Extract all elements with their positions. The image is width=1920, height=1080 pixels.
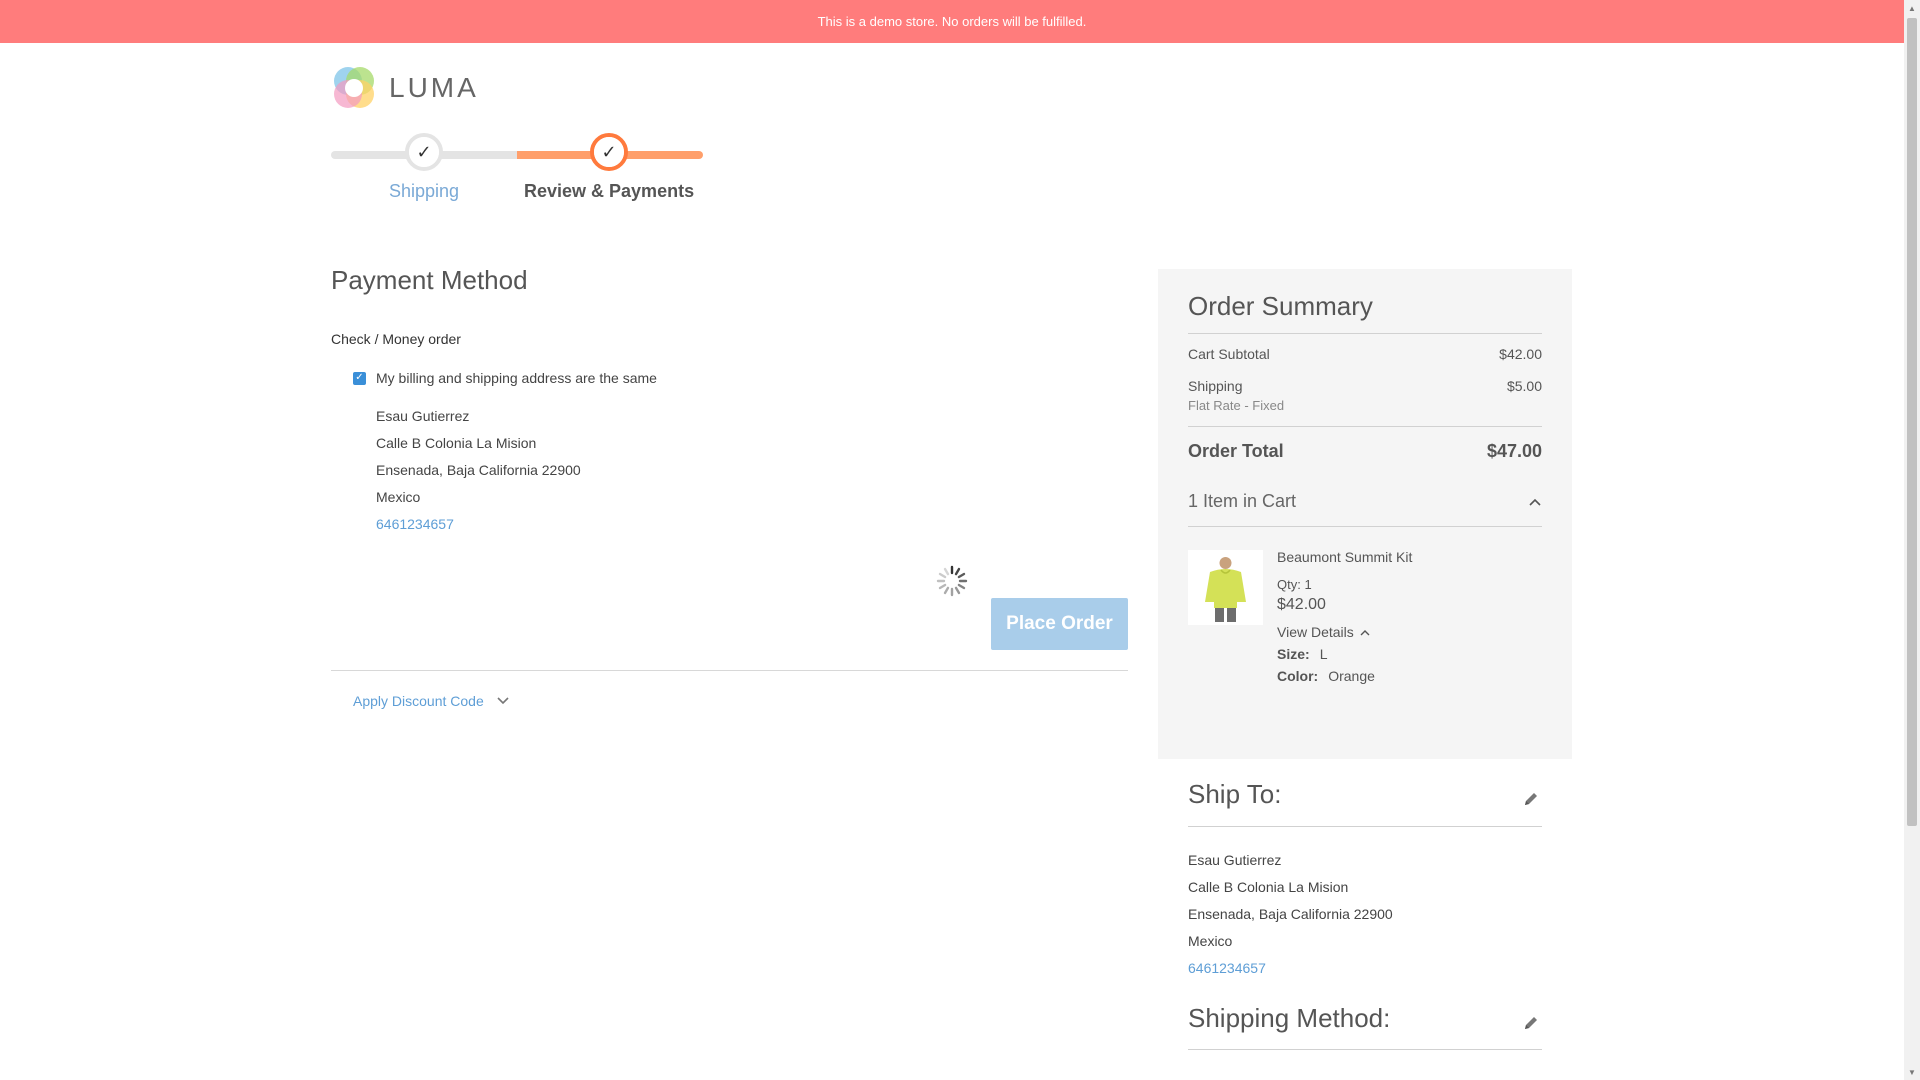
chevron-up-icon[interactable] [1528, 491, 1542, 512]
loading-spinner-icon [936, 565, 968, 597]
ship-to-divider [1188, 826, 1542, 827]
cart-subtotal-label: Cart Subtotal [1188, 346, 1270, 362]
summary-divider [1188, 333, 1542, 334]
scroll-down-arrow-icon[interactable]: ▼ [1904, 1064, 1920, 1080]
product-info: Beaumont Summit Kit Qty: 1 $42.00 View D… [1277, 549, 1412, 684]
order-summary-title: Order Summary [1188, 291, 1373, 321]
payment-method-option-label[interactable]: Check / Money order [331, 331, 461, 347]
ship-to-title: Ship To: [1188, 779, 1282, 809]
pencil-icon[interactable] [1522, 1014, 1540, 1032]
product-qty: Qty: 1 [1277, 577, 1412, 592]
color-label: Color: [1277, 668, 1319, 684]
shipping-row: Shipping $5.00 [1188, 378, 1542, 394]
size-label: Size: [1277, 646, 1310, 662]
view-details-label[interactable]: View Details [1277, 624, 1354, 640]
chevron-down-icon [496, 693, 510, 709]
billing-street: Calle B Colonia La Mision [376, 435, 537, 451]
product-option-color: Color: Orange [1277, 668, 1412, 684]
cart-subtotal-row: Cart Subtotal $42.00 [1188, 346, 1542, 362]
shipping-value: $5.00 [1506, 378, 1542, 394]
billing-address-block: Esau Gutierrez Calle B Colonia La Mision… [376, 403, 581, 538]
step-review-circle: ✓ [590, 133, 628, 171]
order-summary-panel: Order Summary Cart Subtotal $42.00 Shipp… [1158, 269, 1572, 759]
ship-to-city-line: Ensenada, Baja California 22900 [1188, 906, 1393, 922]
same-address-checkbox[interactable]: ✓ [353, 371, 366, 385]
product-thumbnail [1188, 550, 1263, 625]
shipping-label: Shipping [1188, 378, 1243, 394]
billing-phone-link[interactable]: 6461234657 [376, 511, 581, 538]
items-in-cart-label[interactable]: 1 Item in Cart [1188, 491, 1296, 512]
demo-notice-text: This is a demo store. No orders will be … [817, 14, 1087, 29]
browser-viewport: This is a demo store. No orders will be … [0, 0, 1904, 1080]
size-value: L [1319, 646, 1328, 662]
color-value: Orange [1328, 668, 1375, 684]
step-review-label: Review & Payments [524, 181, 695, 201]
product-option-size: Size: L [1277, 646, 1412, 662]
scroll-up-arrow-icon[interactable]: ▲ [1904, 0, 1920, 16]
order-total-label: Order Total [1188, 441, 1284, 461]
ship-to-street: Calle B Colonia La Mision [1188, 879, 1349, 895]
shipping-method-title: Shipping Method: [1188, 1003, 1391, 1033]
items-in-cart-toggle[interactable]: 1 Item in Cart [1188, 491, 1542, 512]
check-icon: ✓ [594, 137, 624, 167]
ship-to-phone-link[interactable]: 6461234657 [1188, 955, 1393, 982]
billing-name: Esau Gutierrez [376, 408, 470, 424]
payment-divider [331, 670, 1128, 671]
pencil-icon[interactable] [1522, 790, 1540, 808]
cart-subtotal-value: $42.00 [1499, 346, 1542, 362]
product-price: $42.00 [1277, 596, 1326, 613]
summary-divider [1188, 426, 1542, 427]
same-address-checkbox-row[interactable]: ✓ My billing and shipping address are th… [353, 370, 657, 386]
step-shipping-circle[interactable]: ✓ [405, 133, 443, 171]
billing-city-line: Ensenada, Baja California 22900 [376, 462, 581, 478]
billing-country: Mexico [376, 489, 421, 505]
payment-method-title: Payment Method [331, 265, 528, 295]
step-shipping-label[interactable]: Shipping [389, 181, 459, 202]
product-name: Beaumont Summit Kit [1277, 549, 1413, 565]
shipping-method-name: Flat Rate - Fixed [1188, 398, 1285, 413]
apply-discount-label[interactable]: Apply Discount Code [353, 693, 484, 709]
place-order-button[interactable]: Place Order [991, 598, 1128, 650]
order-total-row: Order Total $47.00 [1188, 441, 1542, 462]
luma-logo-icon [331, 65, 377, 111]
ship-to-name: Esau Gutierrez [1188, 852, 1282, 868]
qty-label: Qty: [1277, 577, 1301, 592]
summary-divider [1188, 526, 1542, 527]
luma-logo-text: LUMA [389, 72, 479, 103]
demo-store-notice: This is a demo store. No orders will be … [0, 0, 1904, 43]
ship-to-country: Mexico [1188, 933, 1233, 949]
same-address-label[interactable]: My billing and shipping address are the … [376, 370, 657, 386]
chevron-up-icon[interactable] [1360, 624, 1370, 640]
page-scrollbar[interactable]: ▲ ▼ [1904, 0, 1920, 1080]
order-total-value: $47.00 [1486, 441, 1542, 461]
ship-to-address-block: Esau Gutierrez Calle B Colonia La Mision… [1188, 847, 1393, 982]
view-details-toggle[interactable]: View Details [1277, 624, 1412, 640]
qty-value: 1 [1304, 577, 1312, 592]
scrollbar-thumb[interactable] [1907, 18, 1917, 826]
luma-logo[interactable]: LUMA [331, 65, 479, 111]
checkout-progress-bar: ✓ ✓ Shipping Review & Payments [331, 133, 705, 213]
checkout-page: LUMA ✓ ✓ Shipping Review & Payments Paym… [0, 43, 1904, 1080]
apply-discount-toggle[interactable]: Apply Discount Code [353, 693, 510, 709]
shipping-method-divider [1188, 1049, 1542, 1050]
check-icon: ✓ [409, 137, 439, 167]
